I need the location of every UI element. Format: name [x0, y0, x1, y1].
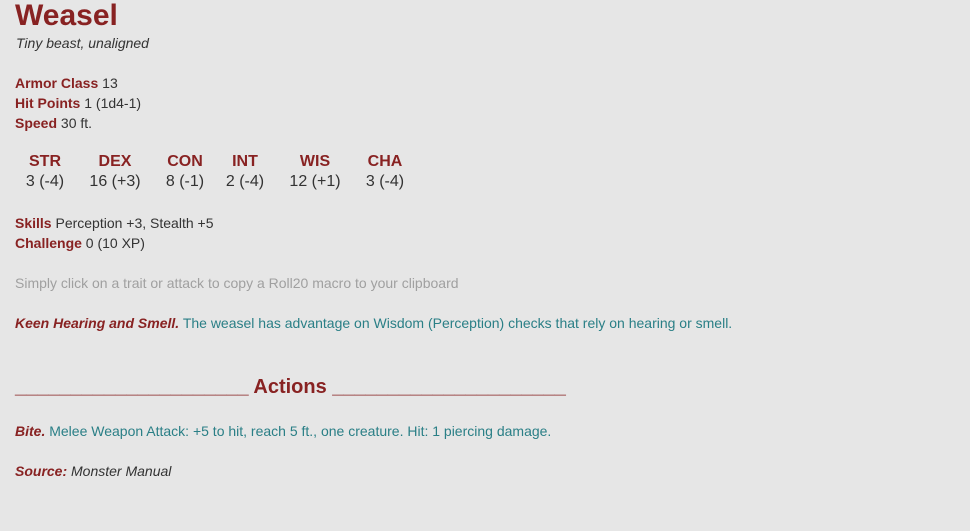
trait-name: Keen Hearing and Smell. — [15, 315, 180, 331]
ability-abbr: DEX — [98, 153, 132, 170]
ability-abbr: STR — [29, 153, 61, 170]
source-row: Source: Monster Manual — [15, 462, 171, 480]
ability-score: 3 (-4) — [365, 173, 405, 190]
ability-cha: CHA 3 (-4) — [355, 152, 415, 192]
action-description: Melee Weapon Attack: +5 to hit, reach 5 … — [49, 423, 552, 439]
speed-label: Speed — [15, 115, 58, 131]
ability-abbr: CON — [167, 153, 203, 170]
trait-keen-hearing-and-smell[interactable]: Keen Hearing and Smell. The weasel has a… — [15, 314, 732, 332]
hit-points-row: Hit Points 1 (1d4-1) — [15, 94, 141, 112]
monster-type-line: Tiny beast, unaligned — [16, 35, 149, 51]
ability-score: 8 (-1) — [165, 173, 205, 190]
armor-class-value: 13 — [102, 75, 118, 91]
armor-class-label: Armor Class — [15, 75, 99, 91]
stat-block: Weasel Tiny beast, unaligned Armor Class… — [0, 0, 970, 531]
armor-class-row: Armor Class 13 — [15, 74, 118, 92]
ability-score: 3 (-4) — [25, 173, 65, 190]
ability-scores: STR 3 (-4) DEX 16 (+3) CON 8 (-1) INT 2 … — [15, 152, 415, 192]
ability-abbr: CHA — [367, 153, 403, 170]
ability-score: 12 (+1) — [289, 173, 341, 190]
challenge-row: Challenge 0 (10 XP) — [15, 234, 145, 252]
monster-name: Weasel — [15, 0, 118, 32]
source-value: Monster Manual — [71, 463, 172, 479]
trait-description: The weasel has advantage on Wisdom (Perc… — [182, 315, 733, 331]
ability-abbr: WIS — [299, 153, 331, 170]
challenge-value: 0 (10 XP) — [85, 235, 145, 251]
actions-header: _____________________ Actions __________… — [15, 376, 566, 398]
ability-wis: WIS 12 (+1) — [275, 152, 355, 192]
hit-points-label: Hit Points — [15, 95, 81, 111]
source-label: Source: — [15, 463, 68, 479]
challenge-label: Challenge — [15, 235, 82, 251]
hit-points-value: 1 (1d4-1) — [84, 95, 142, 111]
macro-hint: Simply click on a trait or attack to cop… — [15, 275, 459, 291]
ability-int: INT 2 (-4) — [215, 152, 275, 192]
skills-label: Skills — [15, 215, 52, 231]
action-bite[interactable]: Bite. Melee Weapon Attack: +5 to hit, re… — [15, 422, 551, 440]
speed-row: Speed 30 ft. — [15, 114, 92, 132]
ability-str: STR 3 (-4) — [15, 152, 75, 192]
ability-score: 2 (-4) — [225, 173, 265, 190]
skills-row: Skills Perception +3, Stealth +5 — [15, 214, 213, 232]
ability-abbr: INT — [232, 153, 258, 170]
ability-con: CON 8 (-1) — [155, 152, 215, 192]
ability-dex: DEX 16 (+3) — [75, 152, 155, 192]
action-name: Bite. — [15, 423, 46, 439]
speed-value: 30 ft. — [60, 115, 93, 131]
skills-value: Perception +3, Stealth +5 — [55, 215, 214, 231]
ability-score: 16 (+3) — [89, 173, 141, 190]
